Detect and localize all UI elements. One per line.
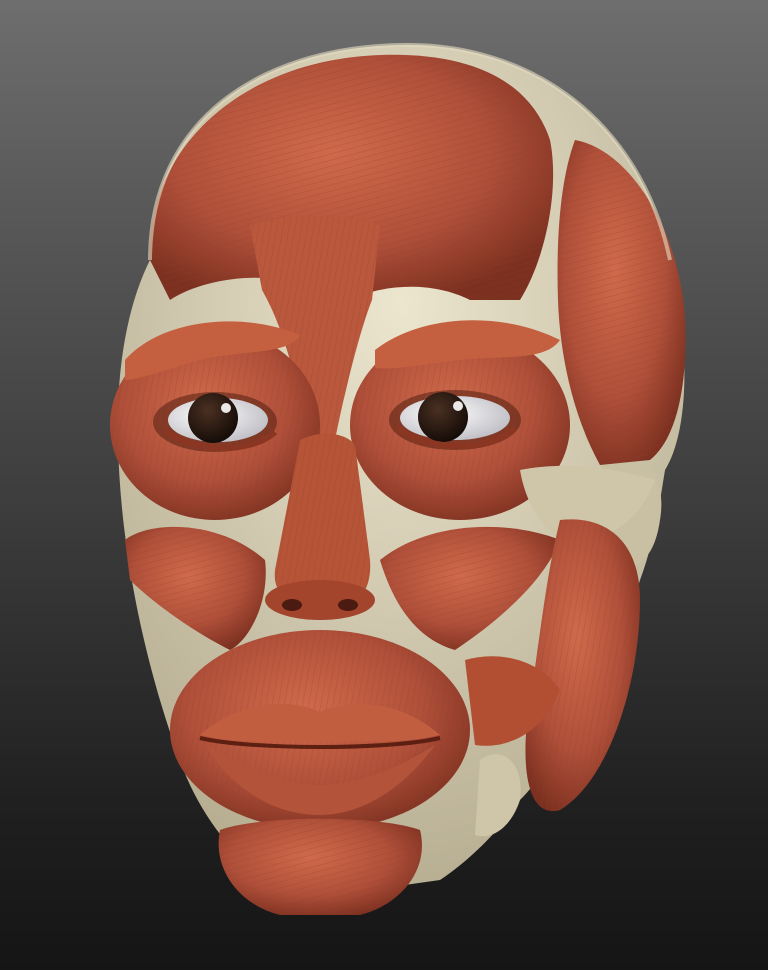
iris-left: [188, 393, 238, 443]
mandible-bone: [475, 754, 521, 837]
3d-viewport[interactable]: [0, 0, 768, 970]
nostrils: [265, 580, 375, 620]
iris-right: [418, 392, 468, 442]
anatomy-model-render: [110, 42, 686, 915]
